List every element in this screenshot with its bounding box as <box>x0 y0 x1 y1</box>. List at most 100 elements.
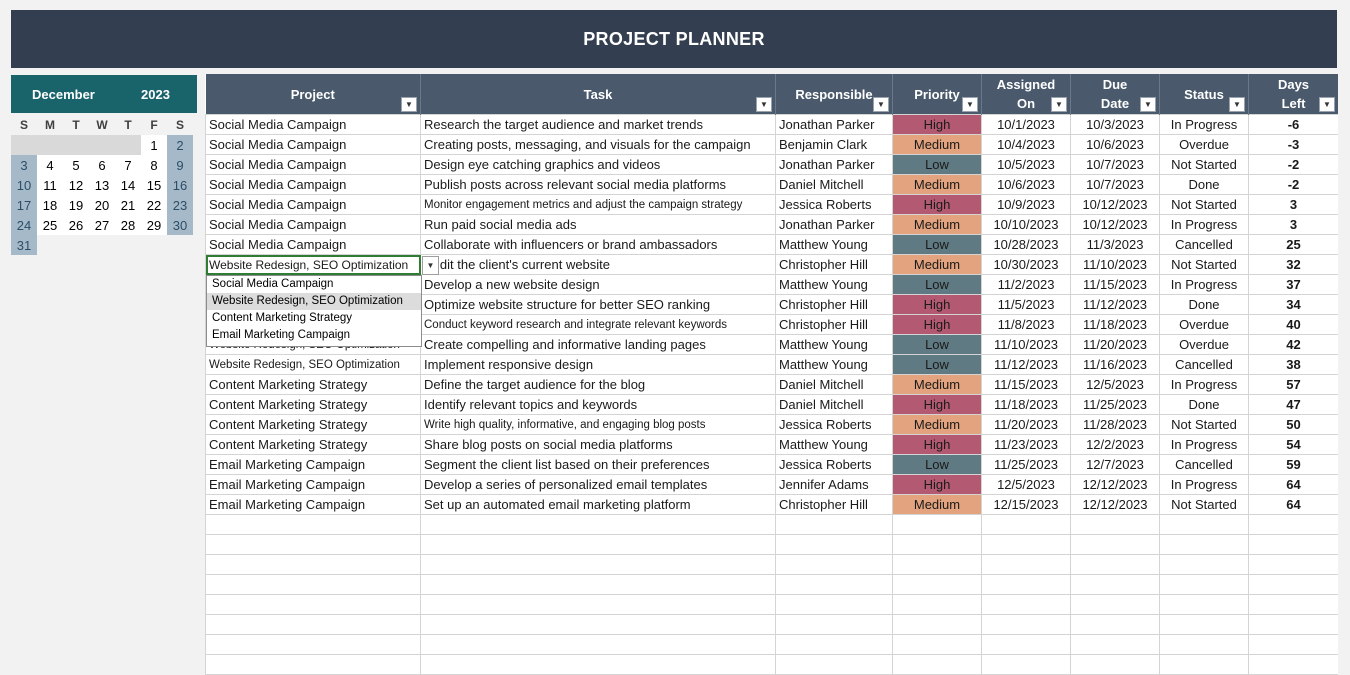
days-left-cell[interactable]: 38 <box>1248 354 1338 375</box>
calendar-day[interactable]: 22 <box>141 195 167 215</box>
days-left-cell[interactable]: 40 <box>1248 314 1338 335</box>
assigned-on-cell[interactable]: 11/8/2023 <box>981 314 1071 335</box>
empty-cell[interactable] <box>1070 654 1160 675</box>
empty-cell[interactable] <box>1248 574 1338 595</box>
empty-cell[interactable] <box>981 594 1071 615</box>
task-cell[interactable]: Share blog posts on social media platfor… <box>420 434 776 455</box>
due-date-cell[interactable]: 11/20/2023 <box>1070 334 1160 355</box>
empty-cell[interactable] <box>892 614 982 635</box>
responsible-cell[interactable]: Matthew Young <box>775 234 893 255</box>
priority-cell[interactable]: Low <box>892 234 982 255</box>
calendar-day[interactable]: 29 <box>141 215 167 235</box>
dropdown-arrow-icon[interactable]: ▼ <box>422 256 439 275</box>
filter-dropdown-icon[interactable]: ▼ <box>962 97 978 112</box>
assigned-on-cell[interactable]: 10/30/2023 <box>981 254 1071 275</box>
column-header[interactable]: Assigned On ▼ <box>981 74 1071 115</box>
empty-cell[interactable] <box>1070 574 1160 595</box>
due-date-cell[interactable]: 12/7/2023 <box>1070 454 1160 475</box>
calendar-day[interactable]: 19 <box>63 195 89 215</box>
days-left-cell[interactable]: 32 <box>1248 254 1338 275</box>
status-cell[interactable]: Not Started <box>1159 194 1249 215</box>
task-cell[interactable]: Monitor engagement metrics and adjust th… <box>420 194 776 215</box>
status-cell[interactable]: Cancelled <box>1159 454 1249 475</box>
due-date-cell[interactable]: 11/10/2023 <box>1070 254 1160 275</box>
responsible-cell[interactable]: Jonathan Parker <box>775 154 893 175</box>
empty-cell[interactable] <box>1159 514 1249 535</box>
empty-cell[interactable] <box>892 594 982 615</box>
column-header[interactable]: Project ▼ <box>205 74 421 115</box>
calendar-day[interactable]: 13 <box>89 175 115 195</box>
status-cell[interactable]: Done <box>1159 294 1249 315</box>
days-left-cell[interactable]: 37 <box>1248 274 1338 295</box>
priority-cell[interactable]: Medium <box>892 414 982 435</box>
responsible-cell[interactable]: Jennifer Adams <box>775 474 893 495</box>
status-cell[interactable]: Not Started <box>1159 154 1249 175</box>
status-cell[interactable]: In Progress <box>1159 114 1249 135</box>
empty-cell[interactable] <box>1070 614 1160 635</box>
due-date-cell[interactable]: 12/2/2023 <box>1070 434 1160 455</box>
assigned-on-cell[interactable]: 11/5/2023 <box>981 294 1071 315</box>
priority-cell[interactable]: Medium <box>892 214 982 235</box>
assigned-on-cell[interactable]: 10/1/2023 <box>981 114 1071 135</box>
empty-cell[interactable] <box>1159 574 1249 595</box>
empty-cell[interactable] <box>1159 534 1249 555</box>
calendar-day[interactable]: 23 <box>167 195 193 215</box>
empty-cell[interactable] <box>775 574 893 595</box>
project-cell[interactable]: Email Marketing Campaign <box>205 474 421 495</box>
calendar-day[interactable]: 2 <box>167 135 193 155</box>
due-date-cell[interactable]: 11/12/2023 <box>1070 294 1160 315</box>
days-left-cell[interactable]: -3 <box>1248 134 1338 155</box>
empty-cell[interactable] <box>892 654 982 675</box>
assigned-on-cell[interactable]: 11/25/2023 <box>981 454 1071 475</box>
assigned-on-cell[interactable]: 10/9/2023 <box>981 194 1071 215</box>
assigned-on-cell[interactable]: 11/10/2023 <box>981 334 1071 355</box>
empty-cell[interactable] <box>981 574 1071 595</box>
empty-cell[interactable] <box>775 554 893 575</box>
column-header[interactable]: Task ▼ <box>420 74 776 115</box>
empty-cell[interactable] <box>892 634 982 655</box>
project-cell[interactable]: Email Marketing Campaign <box>205 454 421 475</box>
empty-cell[interactable] <box>420 514 776 535</box>
task-cell[interactable]: Design eye catching graphics and videos <box>420 154 776 175</box>
days-left-cell[interactable]: 64 <box>1248 474 1338 495</box>
calendar-day[interactable]: 17 <box>11 195 37 215</box>
calendar-day[interactable]: 12 <box>63 175 89 195</box>
due-date-cell[interactable]: 11/28/2023 <box>1070 414 1160 435</box>
task-cell[interactable]: Create compelling and informative landin… <box>420 334 776 355</box>
empty-cell[interactable] <box>420 554 776 575</box>
calendar-day[interactable]: 21 <box>115 195 141 215</box>
days-left-cell[interactable]: 64 <box>1248 494 1338 515</box>
priority-cell[interactable]: High <box>892 434 982 455</box>
priority-cell[interactable]: Low <box>892 454 982 475</box>
filter-dropdown-icon[interactable]: ▼ <box>1319 97 1335 112</box>
responsible-cell[interactable]: Matthew Young <box>775 274 893 295</box>
responsible-cell[interactable]: Jessica Roberts <box>775 454 893 475</box>
task-cell[interactable]: Define the target audience for the blog <box>420 374 776 395</box>
empty-cell[interactable] <box>205 574 421 595</box>
dropdown-option[interactable]: Website Redesign, SEO Optimization <box>207 293 421 310</box>
empty-cell[interactable] <box>775 614 893 635</box>
empty-cell[interactable] <box>981 534 1071 555</box>
empty-cell[interactable] <box>892 574 982 595</box>
status-cell[interactable]: In Progress <box>1159 274 1249 295</box>
days-left-cell[interactable]: -2 <box>1248 154 1338 175</box>
priority-cell[interactable]: High <box>892 194 982 215</box>
calendar-day[interactable]: 3 <box>11 155 37 175</box>
empty-cell[interactable] <box>775 514 893 535</box>
empty-cell[interactable] <box>420 654 776 675</box>
calendar-day[interactable]: 18 <box>37 195 63 215</box>
filter-dropdown-icon[interactable]: ▼ <box>401 97 417 112</box>
empty-cell[interactable] <box>1248 654 1338 675</box>
due-date-cell[interactable]: 12/12/2023 <box>1070 494 1160 515</box>
empty-cell[interactable] <box>205 654 421 675</box>
due-date-cell[interactable]: 11/25/2023 <box>1070 394 1160 415</box>
empty-cell[interactable] <box>420 574 776 595</box>
project-cell[interactable]: Social Media Campaign <box>205 194 421 215</box>
empty-cell[interactable] <box>420 534 776 555</box>
empty-cell[interactable] <box>981 634 1071 655</box>
project-cell[interactable]: Email Marketing Campaign <box>205 494 421 515</box>
task-cell[interactable]: Write high quality, informative, and eng… <box>420 414 776 435</box>
days-left-cell[interactable]: 57 <box>1248 374 1338 395</box>
days-left-cell[interactable]: -2 <box>1248 174 1338 195</box>
priority-cell[interactable]: Medium <box>892 254 982 275</box>
